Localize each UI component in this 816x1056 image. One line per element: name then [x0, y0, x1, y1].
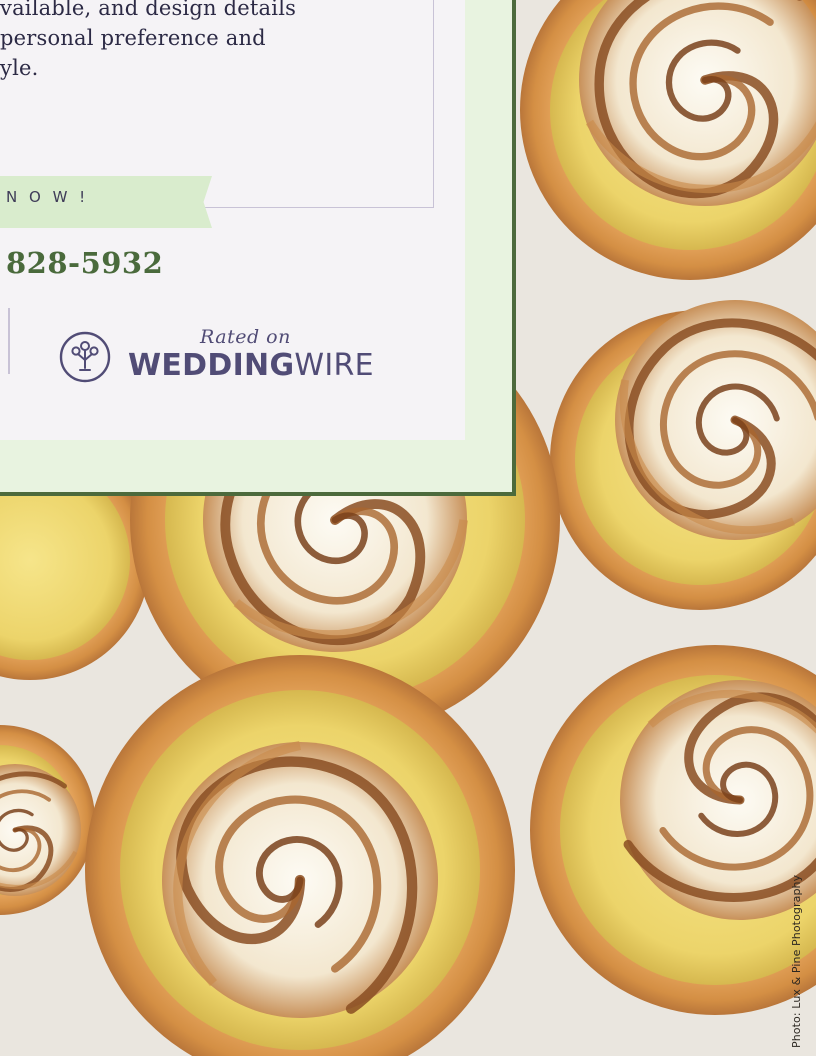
phone-number[interactable]: 828-5932: [6, 246, 163, 280]
weddingwire-logo-icon: [59, 331, 111, 383]
cta-label: N O W !: [6, 188, 89, 206]
card-inner-panel: vailable, and design details personal pr…: [0, 0, 465, 440]
photo-credit: Photo: Lux & Pine Photography: [790, 874, 803, 1048]
divider: [8, 308, 10, 374]
brand-light: WIRE: [294, 348, 374, 383]
brand-bold: WEDDING: [128, 348, 295, 383]
rated-on-label: Rated on: [200, 326, 291, 348]
info-card: vailable, and design details personal pr…: [0, 0, 516, 496]
body-paragraph: vailable, and design details personal pr…: [0, 0, 297, 80]
weddingwire-brand[interactable]: WEDDINGWIRE: [128, 348, 374, 383]
